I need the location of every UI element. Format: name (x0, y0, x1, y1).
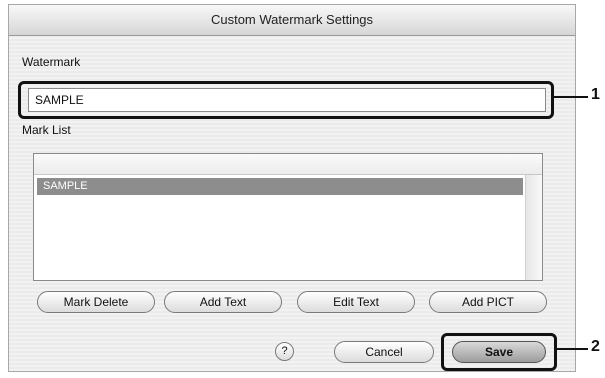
cancel-button[interactable]: Cancel (334, 341, 434, 363)
mark-list[interactable]: SAMPLE (33, 153, 543, 281)
mark-delete-button[interactable]: Mark Delete (37, 291, 155, 313)
watermark-label: Watermark (22, 55, 81, 69)
dialog-title: Custom Watermark Settings (9, 5, 575, 36)
callout-1-number: 1 (591, 86, 600, 103)
callout-2-line (556, 348, 588, 350)
add-pict-button[interactable]: Add PICT (429, 291, 547, 313)
watermark-input[interactable] (28, 88, 546, 112)
callout-1-line (554, 96, 588, 98)
list-header (34, 154, 542, 175)
add-text-button[interactable]: Add Text (164, 291, 282, 313)
custom-watermark-dialog: Custom Watermark Settings Watermark Mark… (8, 4, 576, 372)
scrollbar[interactable] (525, 175, 542, 280)
help-button[interactable]: ? (275, 342, 294, 361)
save-button[interactable]: Save (452, 341, 546, 363)
callout-2-number: 2 (591, 338, 600, 355)
list-item[interactable]: SAMPLE (37, 178, 523, 195)
mark-list-label: Mark List (22, 123, 71, 137)
edit-text-button[interactable]: Edit Text (297, 291, 415, 313)
